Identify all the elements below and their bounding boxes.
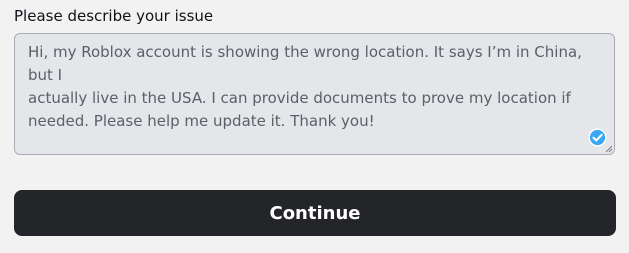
issue-text-value[interactable]: Hi, my Roblox account is showing the wro… <box>28 41 598 133</box>
issue-field-label: Please describe your issue <box>14 7 214 25</box>
continue-button[interactable]: Continue <box>14 190 616 236</box>
issue-textarea[interactable]: Hi, my Roblox account is showing the wro… <box>14 33 615 155</box>
resize-grip-icon[interactable] <box>605 145 613 153</box>
